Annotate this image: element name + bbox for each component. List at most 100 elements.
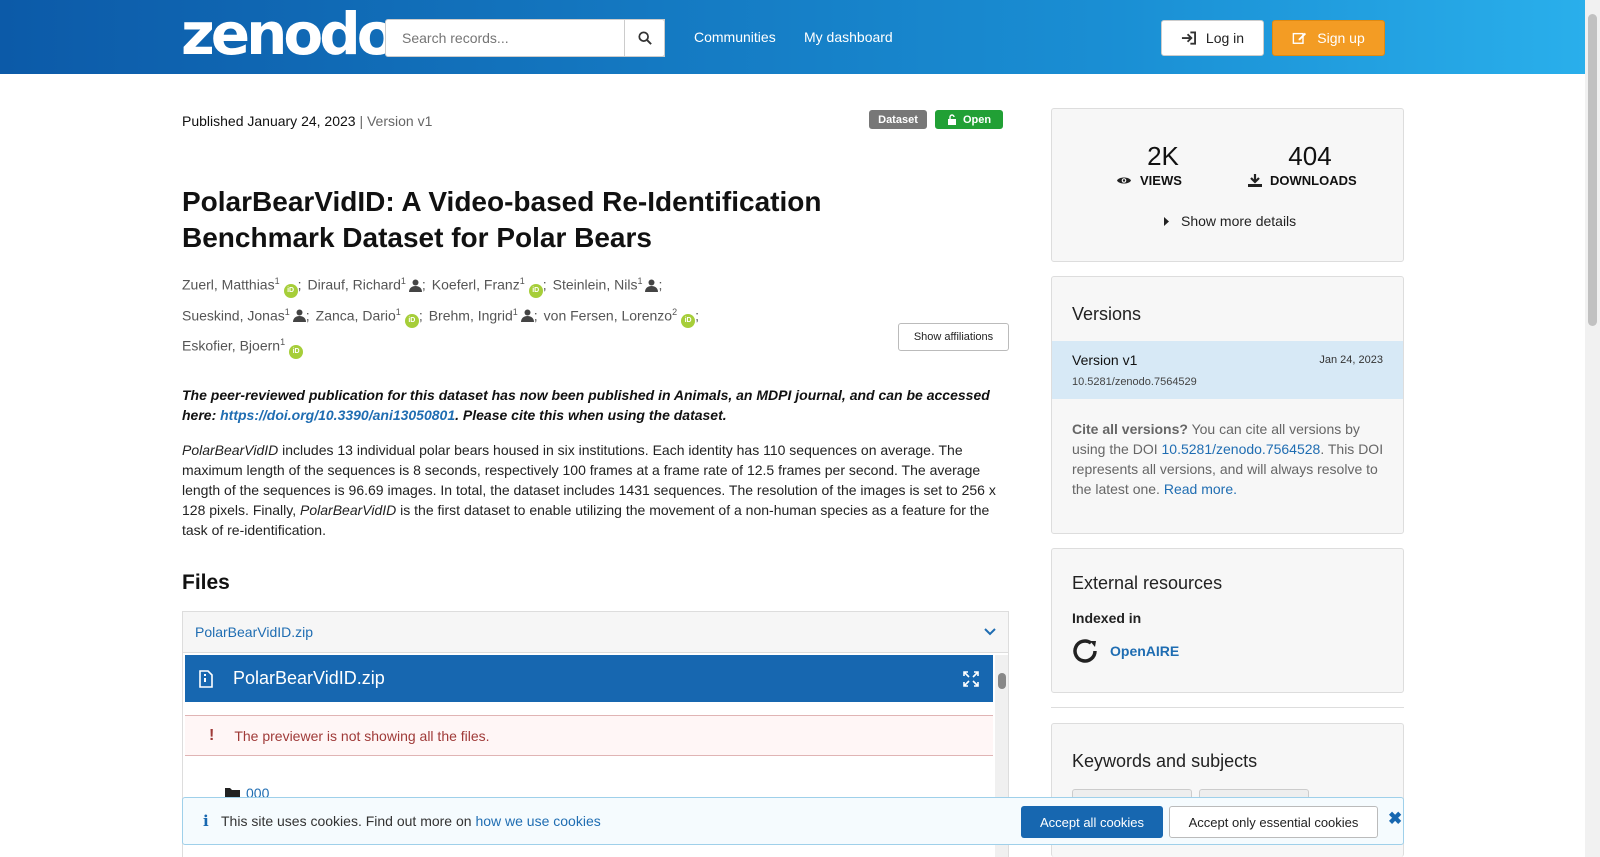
show-affiliations-button[interactable]: Show affiliations [898,323,1009,351]
cite-all-bold: Cite all versions? [1072,421,1188,437]
author-item[interactable]: Koeferl, Franz1iD; [432,268,547,299]
external-heading: External resources [1072,573,1223,593]
publication-doi-link[interactable]: https://doi.org/10.3390/ani13050801 [220,407,455,423]
sidebar-divider [1051,707,1404,708]
author-affiliation-number: 2 [672,306,678,317]
views-count: 2K [1147,141,1179,171]
page-scroll-thumb[interactable] [1588,14,1597,326]
published-date: Published January 24, 2023 [182,113,356,129]
author-name: Steinlein, Nils [552,276,638,293]
zenodo-logo[interactable]: zenodo [181,5,397,63]
author-item[interactable]: Dirauf, Richard1; [308,268,426,299]
author-separator: ; [658,276,663,293]
login-button[interactable]: Log in [1161,20,1264,56]
author-name: Brehm, Ingrid [428,307,513,324]
signup-label: Sign up [1317,30,1365,46]
author-separator: ; [695,307,699,324]
concept-doi-link[interactable]: 10.5281/zenodo.7564528 [1162,441,1321,457]
read-more-link[interactable]: Read more. [1164,481,1237,497]
notice-text-end: . Please cite this when using the datase… [455,407,727,423]
orcid-icon[interactable]: iD [283,283,298,298]
versions-heading: Versions [1072,304,1142,324]
openaire-link[interactable]: OpenAIRE [1072,638,1179,664]
author-name: Eskofier, Bjoern [182,337,281,354]
person-icon [645,279,659,292]
cookie-policy-link[interactable]: how we use cookies [475,813,600,829]
signup-button[interactable]: Sign up [1272,20,1385,56]
author-affiliation-number: 1 [519,276,525,286]
author-item[interactable]: von Fersen, Lorenzo2iD; [544,299,699,330]
search-button[interactable] [624,19,665,57]
author-separator: ; [542,276,547,293]
nav-communities[interactable]: Communities [694,29,776,45]
page-scrollbar[interactable] [1585,0,1600,857]
author-item[interactable]: Sueskind, Jonas1; [182,299,310,330]
author-separator: ; [421,276,426,293]
orcid-icon[interactable]: iD [681,314,696,329]
version-item-label: Version v1 [1072,352,1138,368]
preview-scroll-thumb[interactable] [998,673,1006,689]
orcid-icon[interactable]: iD [528,283,543,298]
info-icon: i [203,812,209,830]
author-item[interactable]: Zuerl, Matthias1iD; [182,268,302,299]
openaire-icon [1073,639,1097,663]
stats-card: 2K VIEWS 404 DOWNLOADS Show more details [1051,108,1404,262]
author-affiliation-number: 1 [512,306,518,317]
files-accordion-header[interactable]: PolarBearVidID.zip [183,612,1008,653]
resource-type-label: Dataset [878,113,918,126]
cite-all-versions: Cite all versions? You can cite all vers… [1072,419,1387,499]
accept-essential-cookies-button[interactable]: Accept only essential cookies [1169,806,1378,838]
keywords-heading: Keywords and subjects [1072,751,1258,771]
exclamation-icon: ! [209,726,215,744]
author-name: Koeferl, Franz [431,276,520,293]
resource-type-badge: Dataset [869,110,927,129]
show-more-details[interactable]: Show more details [1164,213,1296,229]
author-item[interactable]: Zanca, Dario1iD; [316,299,423,330]
access-badge: Open [935,110,1003,129]
orcid-icon[interactable]: iD [404,314,419,329]
author-name: Sueskind, Jonas [182,307,285,324]
external-resources-card: External resources Indexed in OpenAIRE [1051,548,1404,693]
author-name: Zuerl, Matthias [182,276,275,293]
author-item[interactable]: Steinlein, Nils1; [553,268,663,299]
author-separator: ; [305,307,310,324]
indexed-in-label: Indexed in [1072,610,1142,626]
version-item-doi: 10.5281/zenodo.7564529 [1072,376,1197,388]
dataset-name: PolarBearVidID [182,442,279,458]
show-more-label: Show more details [1181,213,1297,229]
author-affiliation-number: 1 [400,276,406,286]
preview-file-name: PolarBearVidID.zip [233,668,385,688]
views-label: VIEWS [1140,173,1182,188]
versions-card: Versions Version v1 Jan 24, 2023 10.5281… [1051,276,1404,534]
author-item[interactable]: Brehm, Ingrid1; [429,299,538,330]
caret-right-icon [1164,216,1169,226]
author-separator: ; [533,307,538,324]
record-title: PolarBearVidID: A Video-based Re-Identif… [182,186,822,253]
person-icon [520,309,534,323]
accept-all-cookies-button[interactable]: Accept all cookies [1021,806,1163,838]
download-icon [1248,174,1262,187]
preview-warning: ! The previewer is not showing all the f… [185,715,993,756]
orcid-icon[interactable]: iD [289,344,304,359]
author-name: von Fersen, Lorenzo [543,307,673,324]
top-navbar: zenodo Communities My dashboard Log in S… [0,0,1600,74]
access-label: Open [962,113,992,126]
person-icon [292,309,306,323]
fullscreen-icon[interactable] [963,670,979,687]
downloads-count: 404 [1288,141,1332,171]
views-label-group: VIEWS [1116,173,1182,188]
eye-icon [1117,177,1131,184]
publication-info: Published January 24, 2023 | Version v1 [182,113,432,129]
author-item[interactable]: Eskofier, Bjoern1iD [182,329,304,360]
person-icon [408,279,422,292]
sign-in-icon [1181,31,1196,45]
files-heading: Files [182,571,230,594]
search-icon [637,31,652,45]
search-input[interactable] [385,19,665,57]
record-description: PolarBearVidID includes 13 individual po… [182,440,1004,540]
close-icon[interactable]: ✖ [1388,809,1402,829]
warning-text: The previewer is not showing all the fil… [234,727,490,744]
nav-my-dashboard[interactable]: My dashboard [804,29,893,45]
author-separator: ; [297,276,302,293]
version-item-v1[interactable]: Version v1 Jan 24, 2023 10.5281/zenodo.7… [1052,341,1403,399]
